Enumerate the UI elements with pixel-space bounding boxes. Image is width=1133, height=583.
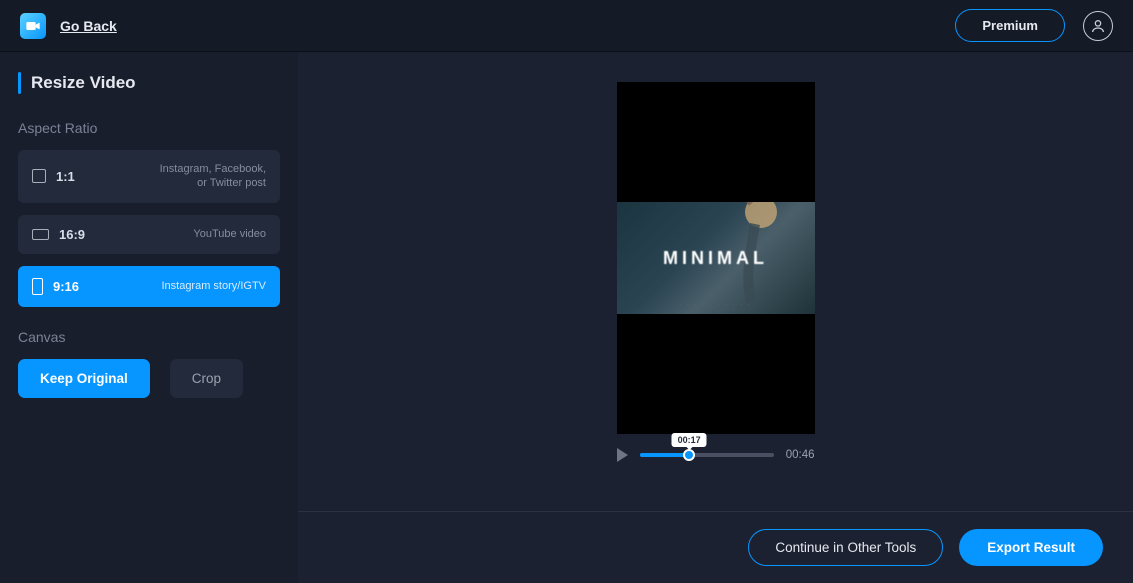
canvas-label: Canvas — [18, 329, 280, 345]
topbar: Go Back Premium — [0, 0, 1133, 52]
aspect-ratio-16-9[interactable]: 16:9 YouTube video — [18, 215, 280, 254]
seek-tooltip: 00:17 — [672, 433, 707, 447]
bottombar: Continue in Other Tools Export Result — [298, 511, 1133, 583]
aspect-ratio-label: Aspect Ratio — [18, 120, 280, 136]
video-subcaption: · · · · · · · · · · — [679, 302, 752, 308]
video-duration: 00:46 — [786, 449, 815, 461]
player-controls: 00:17 00:46 — [617, 448, 815, 462]
square-icon — [32, 169, 46, 183]
title-accent-bar — [18, 72, 21, 94]
sidebar: Resize Video Aspect Ratio 1:1 Instagram,… — [0, 52, 298, 583]
go-back-link[interactable]: Go Back — [60, 18, 117, 34]
crop-button[interactable]: Crop — [170, 359, 243, 398]
continue-button[interactable]: Continue in Other Tools — [748, 529, 943, 566]
ratio-desc: Instagram story/IGTV — [161, 279, 266, 293]
portrait-icon — [32, 278, 43, 295]
seek-slider[interactable]: 00:17 — [640, 453, 774, 457]
ratio-label: 16:9 — [59, 227, 85, 242]
user-icon — [1090, 18, 1106, 34]
premium-button[interactable]: Premium — [955, 9, 1065, 42]
app-logo — [20, 13, 46, 39]
video-overlay-text: MINIMAL — [663, 248, 768, 269]
user-avatar-button[interactable] — [1083, 11, 1113, 41]
preview-area: MINIMAL · · · · · · · · · · 00:17 00:46 … — [298, 52, 1133, 583]
logo-icon — [25, 19, 41, 33]
keep-original-button[interactable]: Keep Original — [18, 359, 150, 398]
ratio-desc: Instagram, Facebook, or Twitter post — [156, 162, 266, 191]
seek-fill — [640, 453, 690, 457]
landscape-icon — [32, 229, 49, 240]
video-content: MINIMAL · · · · · · · · · · — [617, 202, 815, 314]
aspect-ratio-9-16[interactable]: 9:16 Instagram story/IGTV — [18, 266, 280, 307]
aspect-ratio-1-1[interactable]: 1:1 Instagram, Facebook, or Twitter post — [18, 150, 280, 203]
page-title: Resize Video — [18, 72, 280, 94]
page-title-text: Resize Video — [31, 73, 136, 93]
export-button[interactable]: Export Result — [959, 529, 1103, 566]
ratio-label: 9:16 — [53, 279, 79, 294]
seek-thumb[interactable] — [683, 449, 695, 461]
play-button[interactable] — [617, 448, 628, 462]
ratio-label: 1:1 — [56, 169, 75, 184]
ratio-desc: YouTube video — [193, 227, 266, 241]
video-frame: MINIMAL · · · · · · · · · · — [617, 82, 815, 434]
